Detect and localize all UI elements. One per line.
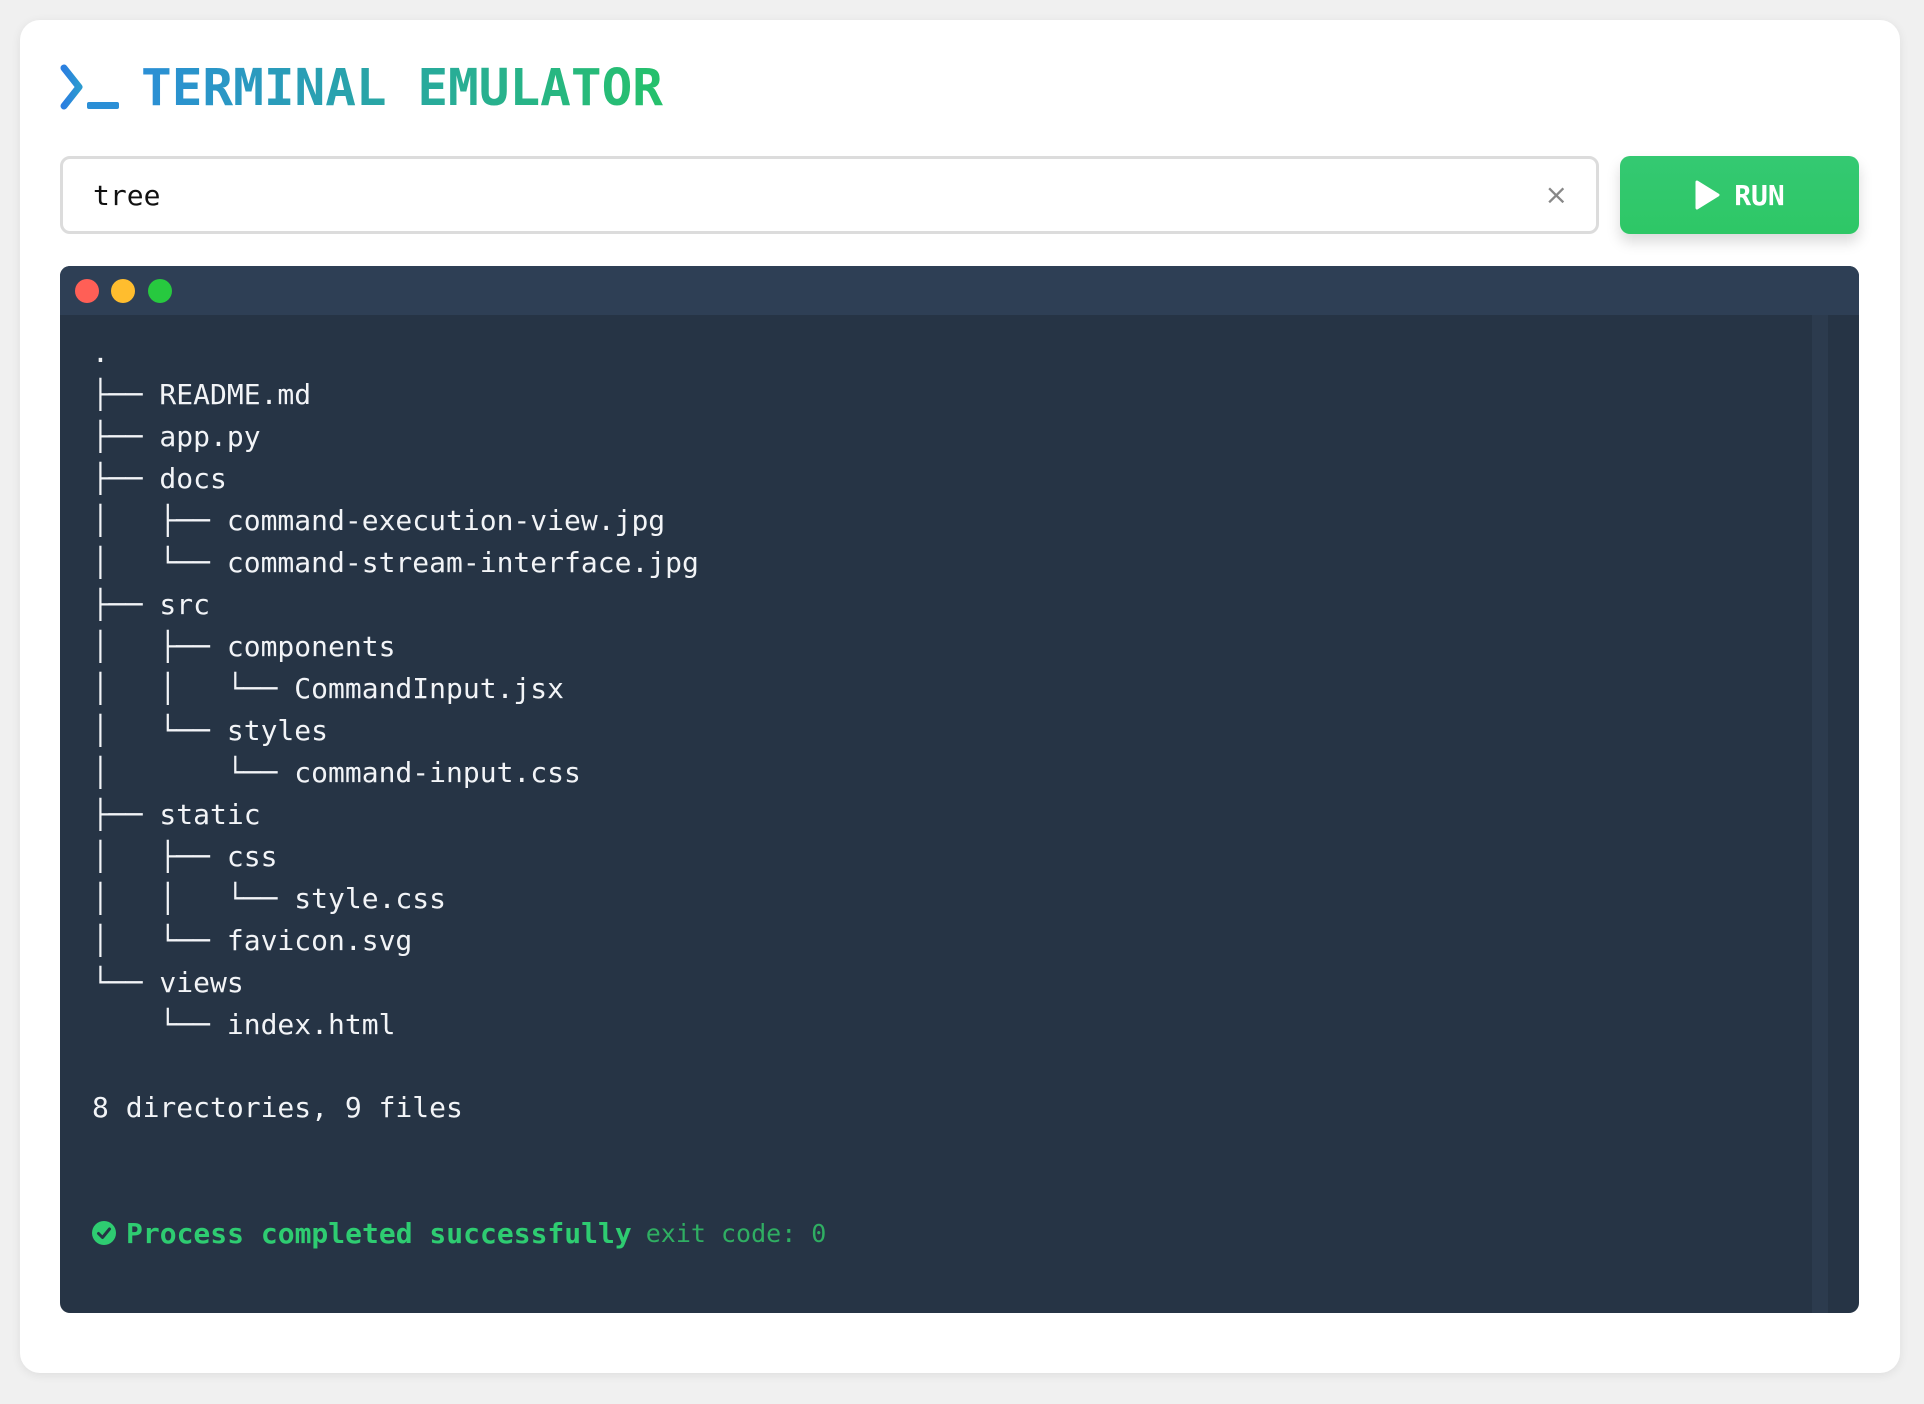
output-line: │ │ └── style.css	[92, 882, 447, 915]
output-line: │ └── command-input.css	[92, 756, 581, 789]
check-circle-icon	[92, 1221, 116, 1245]
output-line: └── views	[92, 966, 244, 999]
output-line: ├── static	[92, 798, 261, 831]
minimize-window-dot[interactable]	[111, 279, 135, 303]
exit-code: exit code: 0	[645, 1218, 827, 1248]
close-window-dot[interactable]	[75, 279, 99, 303]
output-line: .	[92, 336, 109, 369]
output-line: ├── src	[92, 588, 211, 621]
output-line: │ ├── command-execution-view.jpg	[92, 504, 666, 537]
status-text: Process completed successfully	[126, 1216, 632, 1250]
output-line: ├── docs	[92, 462, 227, 495]
command-input[interactable]	[93, 159, 1493, 231]
output-line: │ ├── components	[92, 630, 396, 663]
output-line: │ └── favicon.svg	[92, 924, 413, 957]
command-input-field[interactable]: ×	[60, 156, 1599, 234]
maximize-window-dot[interactable]	[148, 279, 172, 303]
output-line: ├── README.md	[92, 378, 312, 411]
process-status: Process completed successfully exit code…	[92, 1212, 826, 1254]
terminal-prompt-icon	[59, 63, 121, 113]
output-line: │ └── styles	[92, 714, 329, 747]
run-button-label: RUN	[1734, 178, 1785, 212]
output-line: └── index.html	[92, 1008, 396, 1041]
terminal-title-bar	[60, 266, 1859, 315]
run-button[interactable]: RUN	[1620, 156, 1859, 234]
output-line: │ └── command-stream-interface.jpg	[92, 546, 699, 579]
clear-input-button[interactable]: ×	[1545, 179, 1568, 211]
output-line: │ ├── css	[92, 840, 278, 873]
terminal-scrollbar[interactable]	[1812, 315, 1828, 1313]
tree-summary: 8 directories, 9 files	[92, 1091, 463, 1124]
play-icon	[1695, 180, 1720, 210]
terminal-window: . ├── README.md ├── app.py ├── docs │ ├── co…	[60, 266, 1859, 1313]
app-header: TERMINAL EMULATOR	[59, 58, 663, 118]
app-title: TERMINAL EMULATOR	[141, 58, 663, 118]
terminal-output: . ├── README.md ├── app.py ├── docs │ ├── co…	[92, 332, 699, 1046]
output-line: │ │ └── CommandInput.jsx	[92, 672, 565, 705]
output-line: ├── app.py	[92, 420, 261, 453]
